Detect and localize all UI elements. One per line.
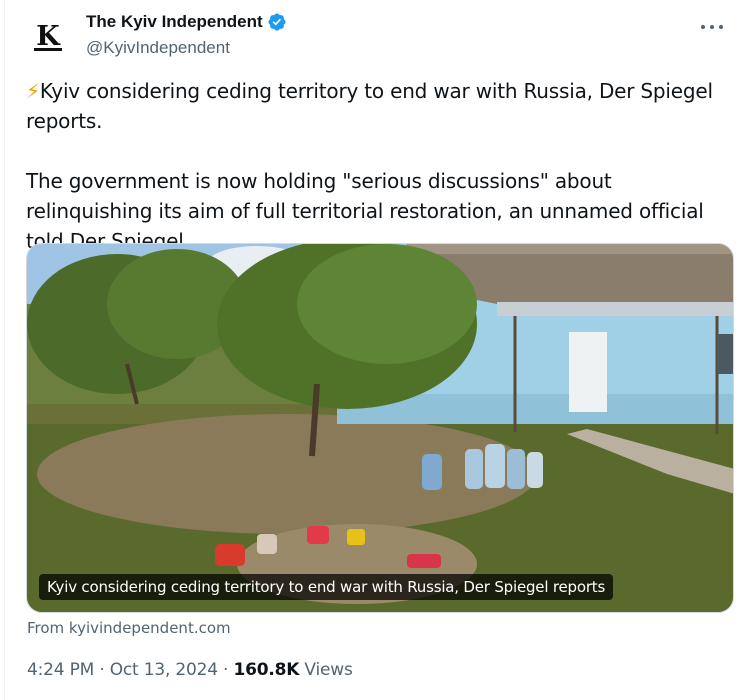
author-handle[interactable]: @KyivIndependent xyxy=(86,38,287,58)
meta-separator: · xyxy=(94,660,110,680)
views-label: Views xyxy=(299,660,353,680)
tweet-time[interactable]: 4:24 PM xyxy=(27,660,94,680)
tweet-header: K The Kyiv Independent @KyivIndependent xyxy=(24,8,727,64)
card-source[interactable]: From kyivindependent.com xyxy=(27,619,231,637)
views-count: 160.8K xyxy=(233,660,300,680)
timeline-divider xyxy=(4,0,5,700)
display-name[interactable]: The Kyiv Independent xyxy=(86,12,263,32)
avatar[interactable]: K xyxy=(24,12,72,60)
more-dots-icon[interactable] xyxy=(701,16,723,38)
avatar-logo: K xyxy=(34,20,63,52)
display-name-row: The Kyiv Independent xyxy=(86,12,287,32)
author-names: The Kyiv Independent @KyivIndependent xyxy=(86,12,287,58)
tweet-date[interactable]: Oct 13, 2024 xyxy=(110,660,218,680)
tweet-paragraph-1: ⚡Kyiv considering ceding territory to en… xyxy=(26,76,738,136)
meta-separator-2: · xyxy=(217,660,234,680)
tweet-paragraph-1-text: Kyiv considering ceding territory to end… xyxy=(26,79,713,133)
card-image xyxy=(27,244,733,612)
card-caption: Kyiv considering ceding territory to end… xyxy=(39,574,614,600)
lightning-bolt-icon: ⚡ xyxy=(26,79,40,103)
verified-badge-icon[interactable] xyxy=(267,12,287,32)
link-card[interactable]: Kyiv considering ceding territory to end… xyxy=(26,243,734,613)
tweet-meta: 4:24 PM · Oct 13, 2024 · 160.8K Views xyxy=(27,660,353,680)
